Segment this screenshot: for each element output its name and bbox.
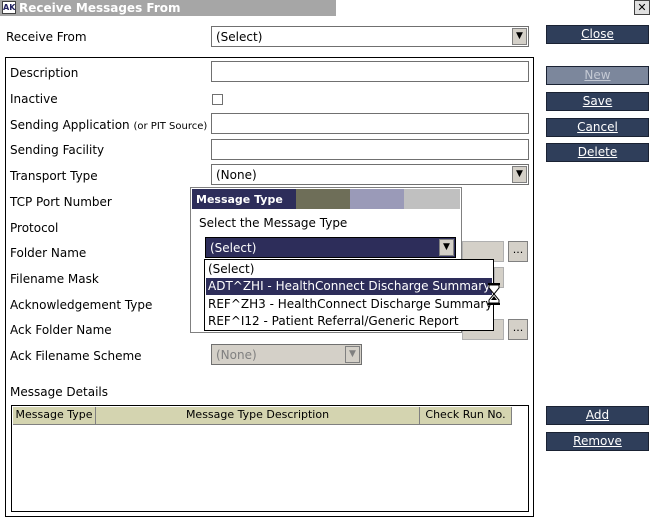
sending-application-field[interactable] (211, 113, 529, 134)
close-icon[interactable]: ✕ (634, 0, 650, 15)
transport-type-select[interactable]: (None) ▼ (211, 164, 529, 185)
filename-mask-label: Filename Mask (10, 272, 99, 286)
tcp-port-label: TCP Port Number (10, 195, 112, 209)
receive-from-label: Receive From (6, 30, 87, 44)
ack-folder-browse-button[interactable]: ... (508, 319, 528, 340)
receive-messages-window: AK Receive Messages From ✕ Receive From … (0, 0, 653, 522)
ack-filename-label: Ack Filename Scheme (10, 349, 142, 363)
window-title: Receive Messages From (19, 1, 181, 15)
folder-name-label: Folder Name (10, 246, 87, 260)
description-label: Description (10, 66, 79, 80)
popup-title: Message Type (196, 193, 283, 206)
ack-type-label: Acknowledgement Type (10, 298, 153, 312)
chevron-down-icon[interactable]: ▼ (512, 166, 527, 183)
remove-button[interactable]: Remove (546, 432, 649, 451)
ack-filename-value: (None) (216, 348, 257, 362)
grid-header-check-run[interactable]: Check Run No. (420, 407, 512, 425)
receive-from-value: (Select) (216, 30, 263, 44)
message-details-grid[interactable]: Message Type Message Type Description Ch… (11, 405, 529, 512)
message-type-value: (Select) (210, 241, 257, 255)
message-type-select[interactable]: (Select) ▼ (205, 237, 456, 258)
sending-facility-field[interactable] (211, 139, 529, 160)
dropdown-option-highlighted[interactable]: ADT^ZHI - HealthConnect Discharge Summar… (206, 278, 492, 295)
sending-application-label: Sending Application (or PIT Source) (10, 118, 207, 132)
close-button[interactable]: Close (546, 25, 649, 44)
grid-header-message-type[interactable]: Message Type (13, 407, 96, 425)
delete-button[interactable]: Delete (546, 143, 649, 162)
transport-type-label: Transport Type (10, 169, 98, 183)
ack-filename-select: (None) ▼ (211, 344, 362, 365)
description-field[interactable] (211, 61, 529, 82)
popup-title-bar: Message Type (192, 189, 460, 209)
protocol-label: Protocol (10, 221, 59, 235)
message-type-dropdown-list: (Select) ADT^ZHI - HealthConnect Dischar… (204, 259, 494, 331)
hourglass-icon (488, 283, 500, 305)
receive-from-select[interactable]: (Select) ▼ (211, 26, 529, 47)
title-bar: AK Receive Messages From ✕ (0, 0, 653, 16)
dropdown-option[interactable]: REF^ZH3 - HealthConnect Discharge Summar… (206, 296, 492, 313)
inactive-label: Inactive (10, 92, 58, 106)
grid-header-description[interactable]: Message Type Description (96, 407, 420, 425)
folder-browse-button[interactable]: ... (508, 241, 528, 262)
chevron-down-icon[interactable]: ▼ (439, 239, 454, 256)
popup-prompt: Select the Message Type (199, 216, 348, 230)
transport-type-value: (None) (216, 168, 257, 182)
save-button[interactable]: Save (546, 92, 649, 111)
sending-application-text: Sending Application (10, 118, 130, 132)
dropdown-option[interactable]: REF^I12 - Patient Referral/Generic Repor… (206, 313, 492, 330)
add-button[interactable]: Add (546, 406, 649, 425)
inactive-checkbox[interactable] (212, 94, 223, 105)
sending-application-hint: (or PIT Source) (133, 121, 208, 132)
message-details-label: Message Details (10, 385, 109, 399)
chevron-down-icon: ▼ (345, 346, 360, 363)
sending-facility-label: Sending Facility (10, 143, 105, 157)
new-button[interactable]: New (546, 66, 649, 85)
ack-folder-label: Ack Folder Name (10, 323, 112, 337)
cancel-button[interactable]: Cancel (546, 118, 649, 137)
chevron-down-icon[interactable]: ▼ (512, 28, 527, 45)
app-icon: AK (2, 1, 16, 14)
dropdown-option[interactable]: (Select) (206, 261, 492, 278)
